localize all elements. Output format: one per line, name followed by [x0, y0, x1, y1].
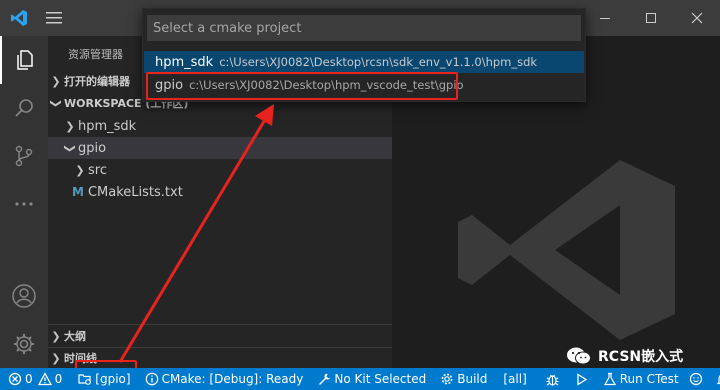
status-bar: 0 0 [gpio] CMake: [Debug]: Ready No Kit … — [0, 368, 720, 390]
vscode-watermark-icon — [458, 160, 675, 340]
launch-button[interactable] — [570, 368, 596, 390]
error-count: 0 — [25, 372, 33, 386]
quick-pick-input[interactable] — [147, 15, 581, 41]
chevron-right-icon: ❯ — [75, 163, 85, 177]
tree-item-label: hpm_sdk — [78, 118, 137, 134]
info-icon — [145, 372, 158, 386]
wechat-icon — [567, 347, 591, 365]
feedback-icon — [689, 372, 702, 386]
source-control-icon — [15, 145, 33, 167]
build-button[interactable]: Build — [435, 368, 492, 390]
chevron-right-icon: ❯ — [51, 74, 61, 88]
ellipsis-icon — [15, 202, 33, 206]
outline-section[interactable]: ❯ 大纲 — [48, 325, 392, 347]
vscode-logo-icon — [11, 10, 27, 26]
accounts-activity[interactable] — [0, 272, 48, 320]
kit-status[interactable]: No Kit Selected — [312, 368, 431, 390]
cmake-status[interactable]: CMake: [Debug]: Ready — [140, 368, 309, 390]
warning-icon — [37, 372, 52, 386]
tree-item-cmakelists[interactable]: M CMakeLists.txt — [48, 181, 392, 203]
more-activity[interactable] — [0, 180, 48, 228]
chevron-right-icon: ❯ — [51, 329, 61, 343]
feedback-button[interactable] — [684, 368, 711, 390]
cmake-file-icon: M — [72, 185, 84, 199]
manage-activity[interactable] — [0, 320, 48, 368]
cmake-project-status[interactable]: [gpio] — [73, 368, 135, 390]
tree-item-label: CMakeLists.txt — [87, 184, 183, 200]
bell-icon — [716, 374, 720, 385]
run-ctest-button[interactable]: Run CTest — [598, 368, 684, 390]
tree-item-label: src — [88, 162, 107, 178]
project-label: [gpio] — [95, 372, 131, 386]
chevron-down-icon: ❯ — [63, 143, 77, 153]
folder-gear-icon — [78, 374, 92, 385]
quick-pick-item-description: c:\Users\XJ0082\Desktop\rcsn\sdk_env_v1.… — [219, 55, 538, 69]
outline-label: 大纲 — [64, 330, 86, 343]
account-icon — [12, 284, 36, 308]
maximize-icon — [646, 13, 656, 23]
minimize-button[interactable] — [582, 0, 628, 36]
wrench-icon — [319, 373, 331, 385]
tree-item-hpm-sdk[interactable]: ❯ hpm_sdk — [48, 115, 392, 137]
flask-icon — [603, 372, 616, 386]
build-target-status[interactable]: [all] — [498, 368, 531, 390]
debug-button[interactable] — [540, 368, 568, 390]
tree-item-label: gpio — [78, 140, 107, 156]
sidebar-title: 资源管理器 — [68, 48, 123, 61]
minimize-icon — [600, 18, 610, 19]
close-icon — [691, 12, 703, 24]
problems-status[interactable]: 0 0 — [0, 368, 67, 390]
open-editors-label: 打开的编辑器 — [64, 75, 130, 88]
files-icon — [17, 50, 33, 70]
chevron-right-icon: ❯ — [65, 119, 75, 133]
chevron-down-icon: ❯ — [49, 98, 63, 108]
maximize-button[interactable] — [628, 0, 674, 36]
warning-count: 0 — [54, 372, 63, 386]
chevron-right-icon: ❯ — [51, 351, 61, 365]
build-label: Build — [457, 372, 488, 386]
quick-pick-item-label: hpm_sdk — [155, 54, 214, 70]
run-ctest-label: Run CTest — [619, 372, 679, 386]
gear-icon — [14, 334, 34, 354]
bug-icon — [546, 374, 559, 386]
error-icon — [8, 372, 22, 386]
search-activity[interactable] — [0, 84, 48, 132]
gear-icon — [441, 373, 453, 385]
search-icon — [15, 99, 33, 117]
build-target-label: [all] — [503, 372, 527, 386]
brand-text: RCSN嵌入式 — [598, 349, 684, 365]
brand-badge: RCSN嵌入式 — [566, 344, 683, 368]
notifications-button[interactable] — [711, 368, 720, 390]
tree-item-gpio[interactable]: ❯ gpio — [48, 137, 392, 159]
activity-bar — [0, 36, 48, 368]
kit-label: No Kit Selected — [334, 372, 427, 386]
highlight-box-gpio-item — [146, 72, 458, 100]
source-control-activity[interactable] — [0, 132, 48, 180]
explorer-activity[interactable] — [0, 36, 48, 84]
cmake-status-label: CMake: [Debug]: Ready — [161, 372, 304, 386]
menu-icon[interactable] — [46, 11, 62, 25]
quick-pick-item-hpm-sdk[interactable]: hpm_sdk c:\Users\XJ0082\Desktop\rcsn\sdk… — [144, 51, 584, 73]
close-button[interactable] — [674, 0, 720, 36]
play-icon — [577, 372, 587, 386]
tree-item-src[interactable]: ❯ src — [48, 159, 392, 181]
